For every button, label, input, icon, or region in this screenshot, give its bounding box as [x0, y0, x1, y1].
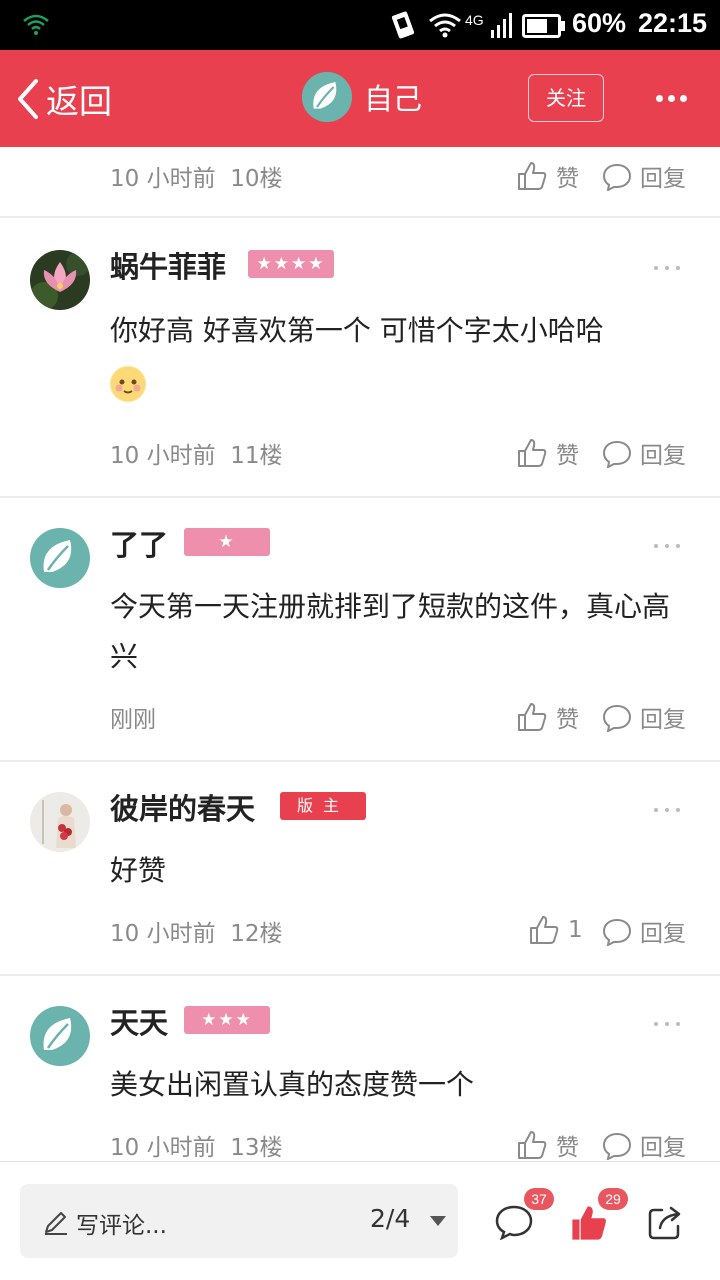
- comment-text: 好赞: [110, 854, 167, 887]
- comment-count-badge: 37: [524, 1188, 554, 1210]
- comment-more-button[interactable]: [654, 542, 682, 550]
- comment-list[interactable]: 10 小时前 10楼 赞 回复 蜗牛菲菲 ★★★★ 你好高 好喜欢第一个 可惜个…: [0, 147, 720, 1161]
- pencil-icon: [45, 1212, 67, 1235]
- thumbs-up-icon: [518, 439, 547, 467]
- dot-icon: [680, 95, 687, 102]
- comment-more-button[interactable]: [654, 264, 682, 272]
- thumbs-up-icon: [530, 916, 559, 944]
- profile-header[interactable]: 自己: [302, 72, 422, 122]
- network-type: 4G: [465, 12, 484, 28]
- status-bar: 4G 60% 22:15: [0, 0, 720, 50]
- battery-icon: [522, 14, 565, 38]
- like-button[interactable]: 赞: [516, 1128, 579, 1161]
- username[interactable]: 蜗牛菲菲: [110, 244, 226, 286]
- comment-more-button[interactable]: [654, 806, 682, 814]
- comments-icon[interactable]: [494, 1204, 534, 1240]
- reply-button[interactable]: 回复: [602, 1128, 686, 1161]
- comment-more-button[interactable]: [654, 1020, 682, 1028]
- reply-button[interactable]: 回复: [602, 700, 686, 734]
- list-item: 了了 ★ 今天第一天注册就排到了短款的这件，真心高兴 刚刚 赞 回复: [0, 498, 720, 762]
- comment-text: 你好高 好喜欢第一个 可惜个字太小哈哈: [110, 314, 604, 347]
- username[interactable]: 天天: [110, 1000, 168, 1042]
- signal-icon: [491, 13, 512, 38]
- username[interactable]: 彼岸的春天: [110, 786, 255, 828]
- moderator-badge: 版主: [280, 792, 366, 820]
- like-button[interactable]: 赞: [516, 700, 579, 734]
- reply-button[interactable]: 回复: [602, 436, 686, 470]
- back-button[interactable]: 返回: [14, 76, 112, 122]
- back-label: 返回: [46, 82, 112, 121]
- like-count: 1: [568, 917, 583, 943]
- portrait-avatar-icon: [30, 792, 90, 852]
- like-button[interactable]: 赞: [516, 436, 579, 470]
- level-badge: ★★★★: [248, 250, 334, 278]
- dot-icon: [668, 95, 675, 102]
- avatar[interactable]: [30, 792, 90, 852]
- reply-button[interactable]: 回复: [602, 159, 686, 193]
- leaf-avatar-icon: [30, 1006, 90, 1066]
- wifi-indicator-icon: [23, 14, 49, 35]
- header-bar: 返回 自己 关注: [0, 50, 720, 147]
- list-item: 天天 ★★★ 美女出闲置认真的态度赞一个 10 小时前 13楼 赞 回复: [0, 976, 720, 1161]
- wifi-icon: [429, 13, 461, 38]
- caret-down-icon[interactable]: [430, 1216, 446, 1226]
- comment-time: 10 小时前 13楼: [110, 1135, 283, 1161]
- like-button[interactable]: 1: [528, 914, 583, 946]
- comment-time: 刚刚: [110, 707, 156, 733]
- chevron-left-icon: [18, 79, 38, 119]
- leaf-avatar-icon: [302, 72, 352, 122]
- leaf-avatar-icon: [30, 528, 90, 588]
- speech-bubble-icon: [602, 1132, 632, 1160]
- level-badge: ★★★: [184, 1006, 270, 1034]
- avatar[interactable]: [30, 1006, 90, 1066]
- sim-card-icon: [391, 11, 415, 39]
- speech-bubble-icon: [602, 163, 632, 191]
- like-button[interactable]: 赞: [516, 159, 579, 193]
- comment-text: 美女出闲置认真的态度赞一个: [110, 1068, 475, 1101]
- speech-bubble-icon: [602, 918, 632, 946]
- thumbs-up-icon: [518, 703, 547, 731]
- comment-footer-partial: 10 小时前 10楼 赞 回复: [0, 147, 720, 218]
- avatar[interactable]: [30, 528, 90, 588]
- more-options-button[interactable]: [652, 86, 692, 110]
- comment-time: 10 小时前 11楼: [110, 443, 283, 469]
- thumbs-up-filled-icon[interactable]: [570, 1204, 608, 1242]
- comment-time: 10 小时前 12楼: [110, 921, 283, 947]
- bottom-bar: 写评论... 2/4 37 29: [0, 1161, 720, 1280]
- comment-compose-input[interactable]: 写评论... 2/4: [20, 1184, 458, 1258]
- thumbs-up-icon: [518, 162, 547, 190]
- comment-time: 10 小时前 10楼: [110, 166, 283, 192]
- reply-button[interactable]: 回复: [602, 914, 686, 948]
- list-item: 彼岸的春天 版主 好赞 10 小时前 12楼 1 回复: [0, 762, 720, 976]
- speech-bubble-icon: [602, 704, 632, 732]
- battery-percent: 60%: [572, 8, 627, 38]
- dot-icon: [656, 95, 663, 102]
- share-icon[interactable]: [646, 1204, 684, 1242]
- page-title: 自己: [364, 82, 423, 116]
- comment-text: 今天第一天注册就排到了短款的这件，真心高兴: [110, 590, 671, 673]
- speech-bubble-icon: [602, 440, 632, 468]
- username[interactable]: 了了: [110, 522, 168, 564]
- like-count-badge: 29: [598, 1188, 628, 1210]
- level-badge: ★: [184, 528, 270, 556]
- thumbs-up-icon: [518, 1131, 547, 1159]
- lotus-avatar-icon: [30, 250, 90, 310]
- list-item: 蜗牛菲菲 ★★★★ 你好高 好喜欢第一个 可惜个字太小哈哈 10 小时前 11楼…: [0, 220, 720, 498]
- blush-emoji-icon: [110, 366, 146, 402]
- follow-button[interactable]: 关注: [528, 74, 604, 122]
- avatar[interactable]: [30, 250, 90, 310]
- page-indicator[interactable]: 2/4: [370, 1204, 410, 1233]
- avatar[interactable]: [302, 72, 352, 122]
- clock: 22:15: [638, 8, 708, 38]
- compose-placeholder: 写评论...: [76, 1213, 167, 1239]
